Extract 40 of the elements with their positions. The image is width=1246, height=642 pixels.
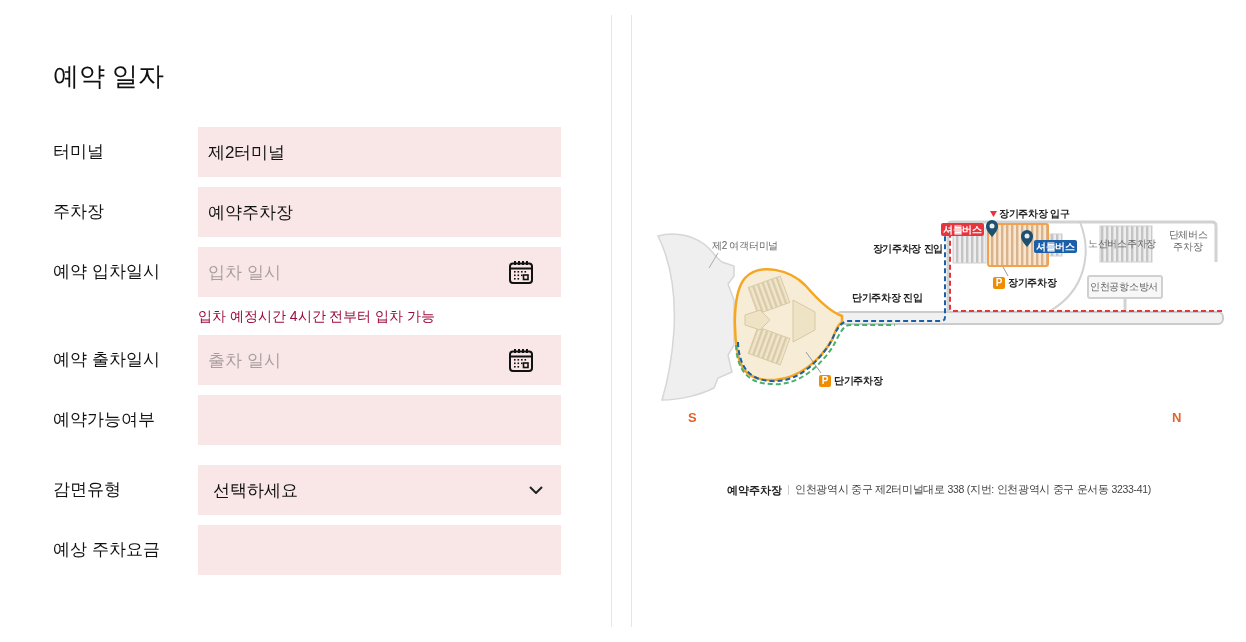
field-label: 예상 주차요금 xyxy=(53,540,160,559)
shuttle-label: 셔틀버스 xyxy=(941,223,984,236)
place-label: 인천공항소방서 xyxy=(1090,281,1158,293)
field-label: 주차장 xyxy=(53,202,104,221)
compass-label: S xyxy=(688,411,697,425)
calendar-icon[interactable] xyxy=(509,348,533,372)
map-pin-icon xyxy=(1021,230,1033,247)
address-text: 인천광역시 중구 제2터미널대로 338 (지번: 인천광역시 중구 운서동 3233-41) xyxy=(794,483,1151,497)
chevron-down-icon[interactable] xyxy=(529,486,543,494)
hint-text: 입차 예정시간 4시간 전부터 입차 가능 xyxy=(198,307,436,325)
compass-label: N xyxy=(1172,411,1182,425)
calendar-icon[interactable] xyxy=(509,260,533,284)
location-name: 예약주차장 xyxy=(726,482,782,498)
place-label: 노선버스주차장 xyxy=(1088,238,1156,250)
place-label: 단체버스 주차장 xyxy=(1167,229,1209,253)
input-field[interactable] xyxy=(198,395,561,445)
field-label: 예약가능여부 xyxy=(53,410,155,429)
entry-label: 단기주차장 진입 xyxy=(852,292,923,304)
entrance-label: 장기주차장 입구 xyxy=(999,208,1070,220)
input-field[interactable] xyxy=(198,525,561,575)
parking-sign: P xyxy=(993,277,1005,289)
field-label: 예약 출차일시 xyxy=(53,350,160,369)
place-label: 제2 여객터미널 xyxy=(712,240,778,252)
entry-label: 장기주차장 진입 xyxy=(872,243,943,255)
map-pin-icon xyxy=(986,220,998,237)
field-label: 터미널 xyxy=(53,142,104,161)
triangle-marker-icon xyxy=(990,211,997,217)
parking-label: 장기주차장 xyxy=(1008,277,1057,289)
select-dropdown[interactable]: 선택하세요 xyxy=(198,465,561,515)
field-label: 예약 입차일시 xyxy=(53,262,160,281)
leader-line xyxy=(708,252,719,269)
parking-sign: P xyxy=(819,375,831,387)
field-label: 감면유형 xyxy=(53,480,121,499)
input-field[interactable]: 제2터미널 xyxy=(198,127,561,177)
leader-line xyxy=(805,351,822,374)
shuttle-label: 셔틀버스 xyxy=(1034,240,1077,253)
leader-line xyxy=(1002,266,1009,277)
parking-label: 단기주차장 xyxy=(834,375,883,387)
section-title: 예약 일자 xyxy=(53,60,165,92)
input-field[interactable]: 예약주차장 xyxy=(198,187,561,237)
